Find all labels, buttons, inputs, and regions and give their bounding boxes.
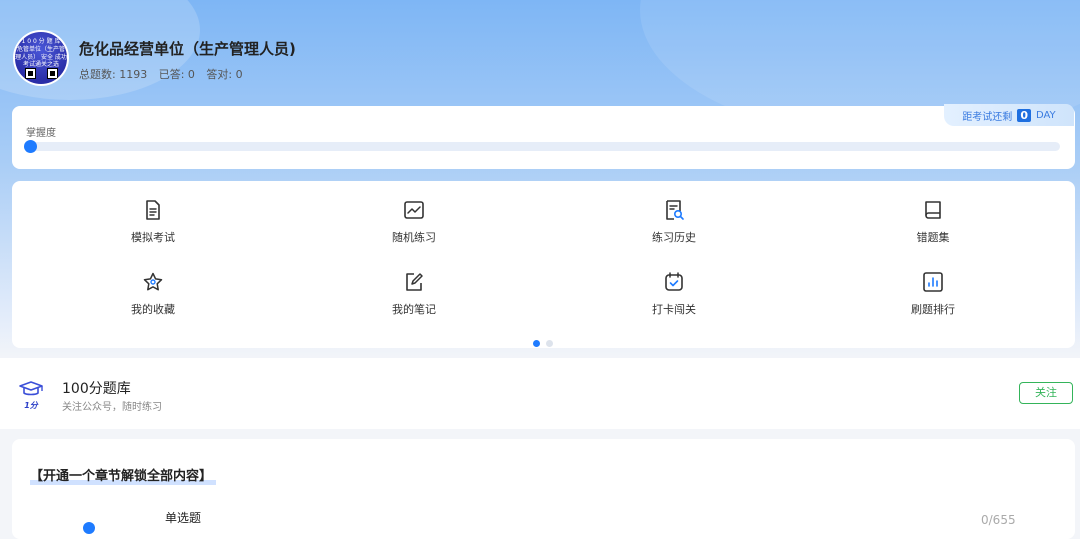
avatar-text: 考试通关之选 <box>22 61 59 68</box>
exam-countdown: 距考试还剩 0 DAY <box>944 104 1074 126</box>
line-chart-icon <box>404 201 424 219</box>
progress-indicator <box>24 140 37 153</box>
question-stats: 总题数: 1193 已答: 0 答对: 0 <box>79 66 251 82</box>
page-dot[interactable] <box>546 340 553 347</box>
follow-button[interactable]: 关注 <box>1019 382 1073 404</box>
feature-menu: 模拟考试 随机练习 练习历史 错题集 我的收藏 我的笔记 打卡闯关 刷题排行 <box>12 181 1075 348</box>
avatar: 1 0 0 分 题 库 危管单位（生产管 理人员） 安全 成功 考试通关之选 <box>13 30 69 86</box>
page-dot-active[interactable] <box>533 340 540 347</box>
avatar-text: 理人员） 安全 成功 <box>15 54 67 61</box>
menu-item-label: 我的笔记 <box>392 303 436 316</box>
book-icon <box>925 201 941 219</box>
menu-item-label: 我的收藏 <box>131 303 175 316</box>
chapter-title: 【开通一个章节解锁全部内容】 <box>30 465 217 485</box>
calendar-check-icon <box>665 272 683 291</box>
document-icon <box>146 200 160 220</box>
menu-item-random-practice[interactable]: 随机练习 <box>344 199 484 245</box>
menu-item-favorites[interactable]: 我的收藏 <box>83 271 223 317</box>
account-name: 100分题库 <box>62 381 131 397</box>
question-type-dot <box>83 522 95 534</box>
follow-account-bar: 1分 100分题库 关注公众号，随时练习 关注 <box>0 358 1080 429</box>
edit-note-icon <box>406 273 423 291</box>
answered-count: 已答: 0 <box>158 68 195 81</box>
menu-item-label: 随机练习 <box>392 231 436 244</box>
correct-count: 答对: 0 <box>206 68 243 81</box>
mastery-progress-bar <box>24 140 1060 153</box>
history-search-icon <box>666 200 684 220</box>
page-title: 危化品经营单位（生产管理人员) <box>79 40 296 58</box>
avatar-text: 1 0 0 分 题 库 <box>21 38 61 45</box>
mastery-card: 掌握度 <box>12 106 1075 169</box>
countdown-prefix: 距考试还剩 <box>962 111 1013 123</box>
question-progress-count: 0/655 <box>981 513 1016 527</box>
menu-item-label: 练习历史 <box>652 231 696 244</box>
question-type-label[interactable]: 单选题 <box>165 509 201 526</box>
menu-item-label: 打卡闯关 <box>652 303 696 316</box>
logo-icon: 1分 <box>19 381 43 410</box>
menu-item-label: 错题集 <box>916 231 950 244</box>
menu-item-checkin[interactable]: 打卡闯关 <box>604 271 744 317</box>
page-indicator <box>533 332 559 351</box>
total-count: 总题数: 1193 <box>79 68 148 81</box>
menu-item-mock-exam[interactable]: 模拟考试 <box>83 199 223 245</box>
mastery-label: 掌握度 <box>26 128 56 139</box>
menu-item-ranking[interactable]: 刷题排行 <box>863 271 1003 317</box>
menu-item-notes[interactable]: 我的笔记 <box>344 271 484 317</box>
menu-item-label: 模拟考试 <box>131 231 175 244</box>
chapter-card: 【开通一个章节解锁全部内容】 单选题 0/655 <box>12 439 1075 539</box>
star-icon <box>143 272 163 291</box>
avatar-text: 危管单位（生产管 <box>16 46 65 53</box>
countdown-unit: DAY <box>1035 109 1056 121</box>
qr-code-icon <box>25 68 36 79</box>
menu-item-label: 刷题排行 <box>911 303 955 316</box>
account-description: 关注公众号，随时练习 <box>62 402 162 413</box>
logo-text: 1分 <box>24 401 39 410</box>
menu-item-practice-history[interactable]: 练习历史 <box>604 199 744 245</box>
menu-item-wrong-questions[interactable]: 错题集 <box>863 199 1003 245</box>
qr-code-icon <box>47 68 58 79</box>
countdown-days: 0 <box>1017 108 1031 122</box>
bar-chart-icon <box>923 272 943 292</box>
